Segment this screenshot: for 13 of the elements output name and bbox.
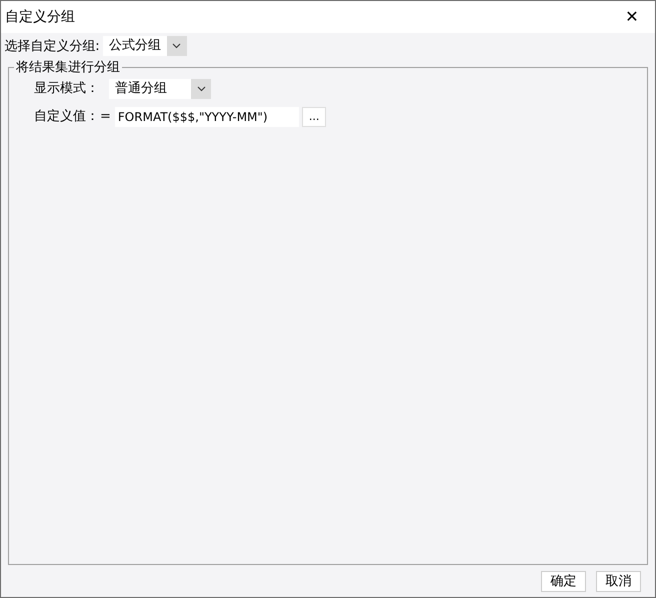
field-label: 选择自定义分组:	[4, 38, 100, 56]
field-label: 显示模式：	[34, 80, 99, 98]
formula-field[interactable]: FORMAT($$$,"YYYY-MM")	[114, 106, 299, 127]
close-button[interactable]: ✕	[609, 1, 655, 33]
ok-button[interactable]: 确定	[541, 571, 586, 592]
group-dropdown[interactable]: 公式分组	[102, 36, 187, 56]
browse-button[interactable]: ...	[302, 106, 326, 127]
equals-sign: =	[100, 108, 111, 126]
display-mode-dropdown[interactable]: 普通分组	[109, 78, 211, 99]
cancel-button[interactable]: 取消	[596, 571, 641, 592]
window-title: 自定义分组	[5, 8, 75, 26]
group-legend: 将结果集进行分组	[14, 60, 122, 76]
field-label: 自定义值：	[34, 108, 99, 126]
